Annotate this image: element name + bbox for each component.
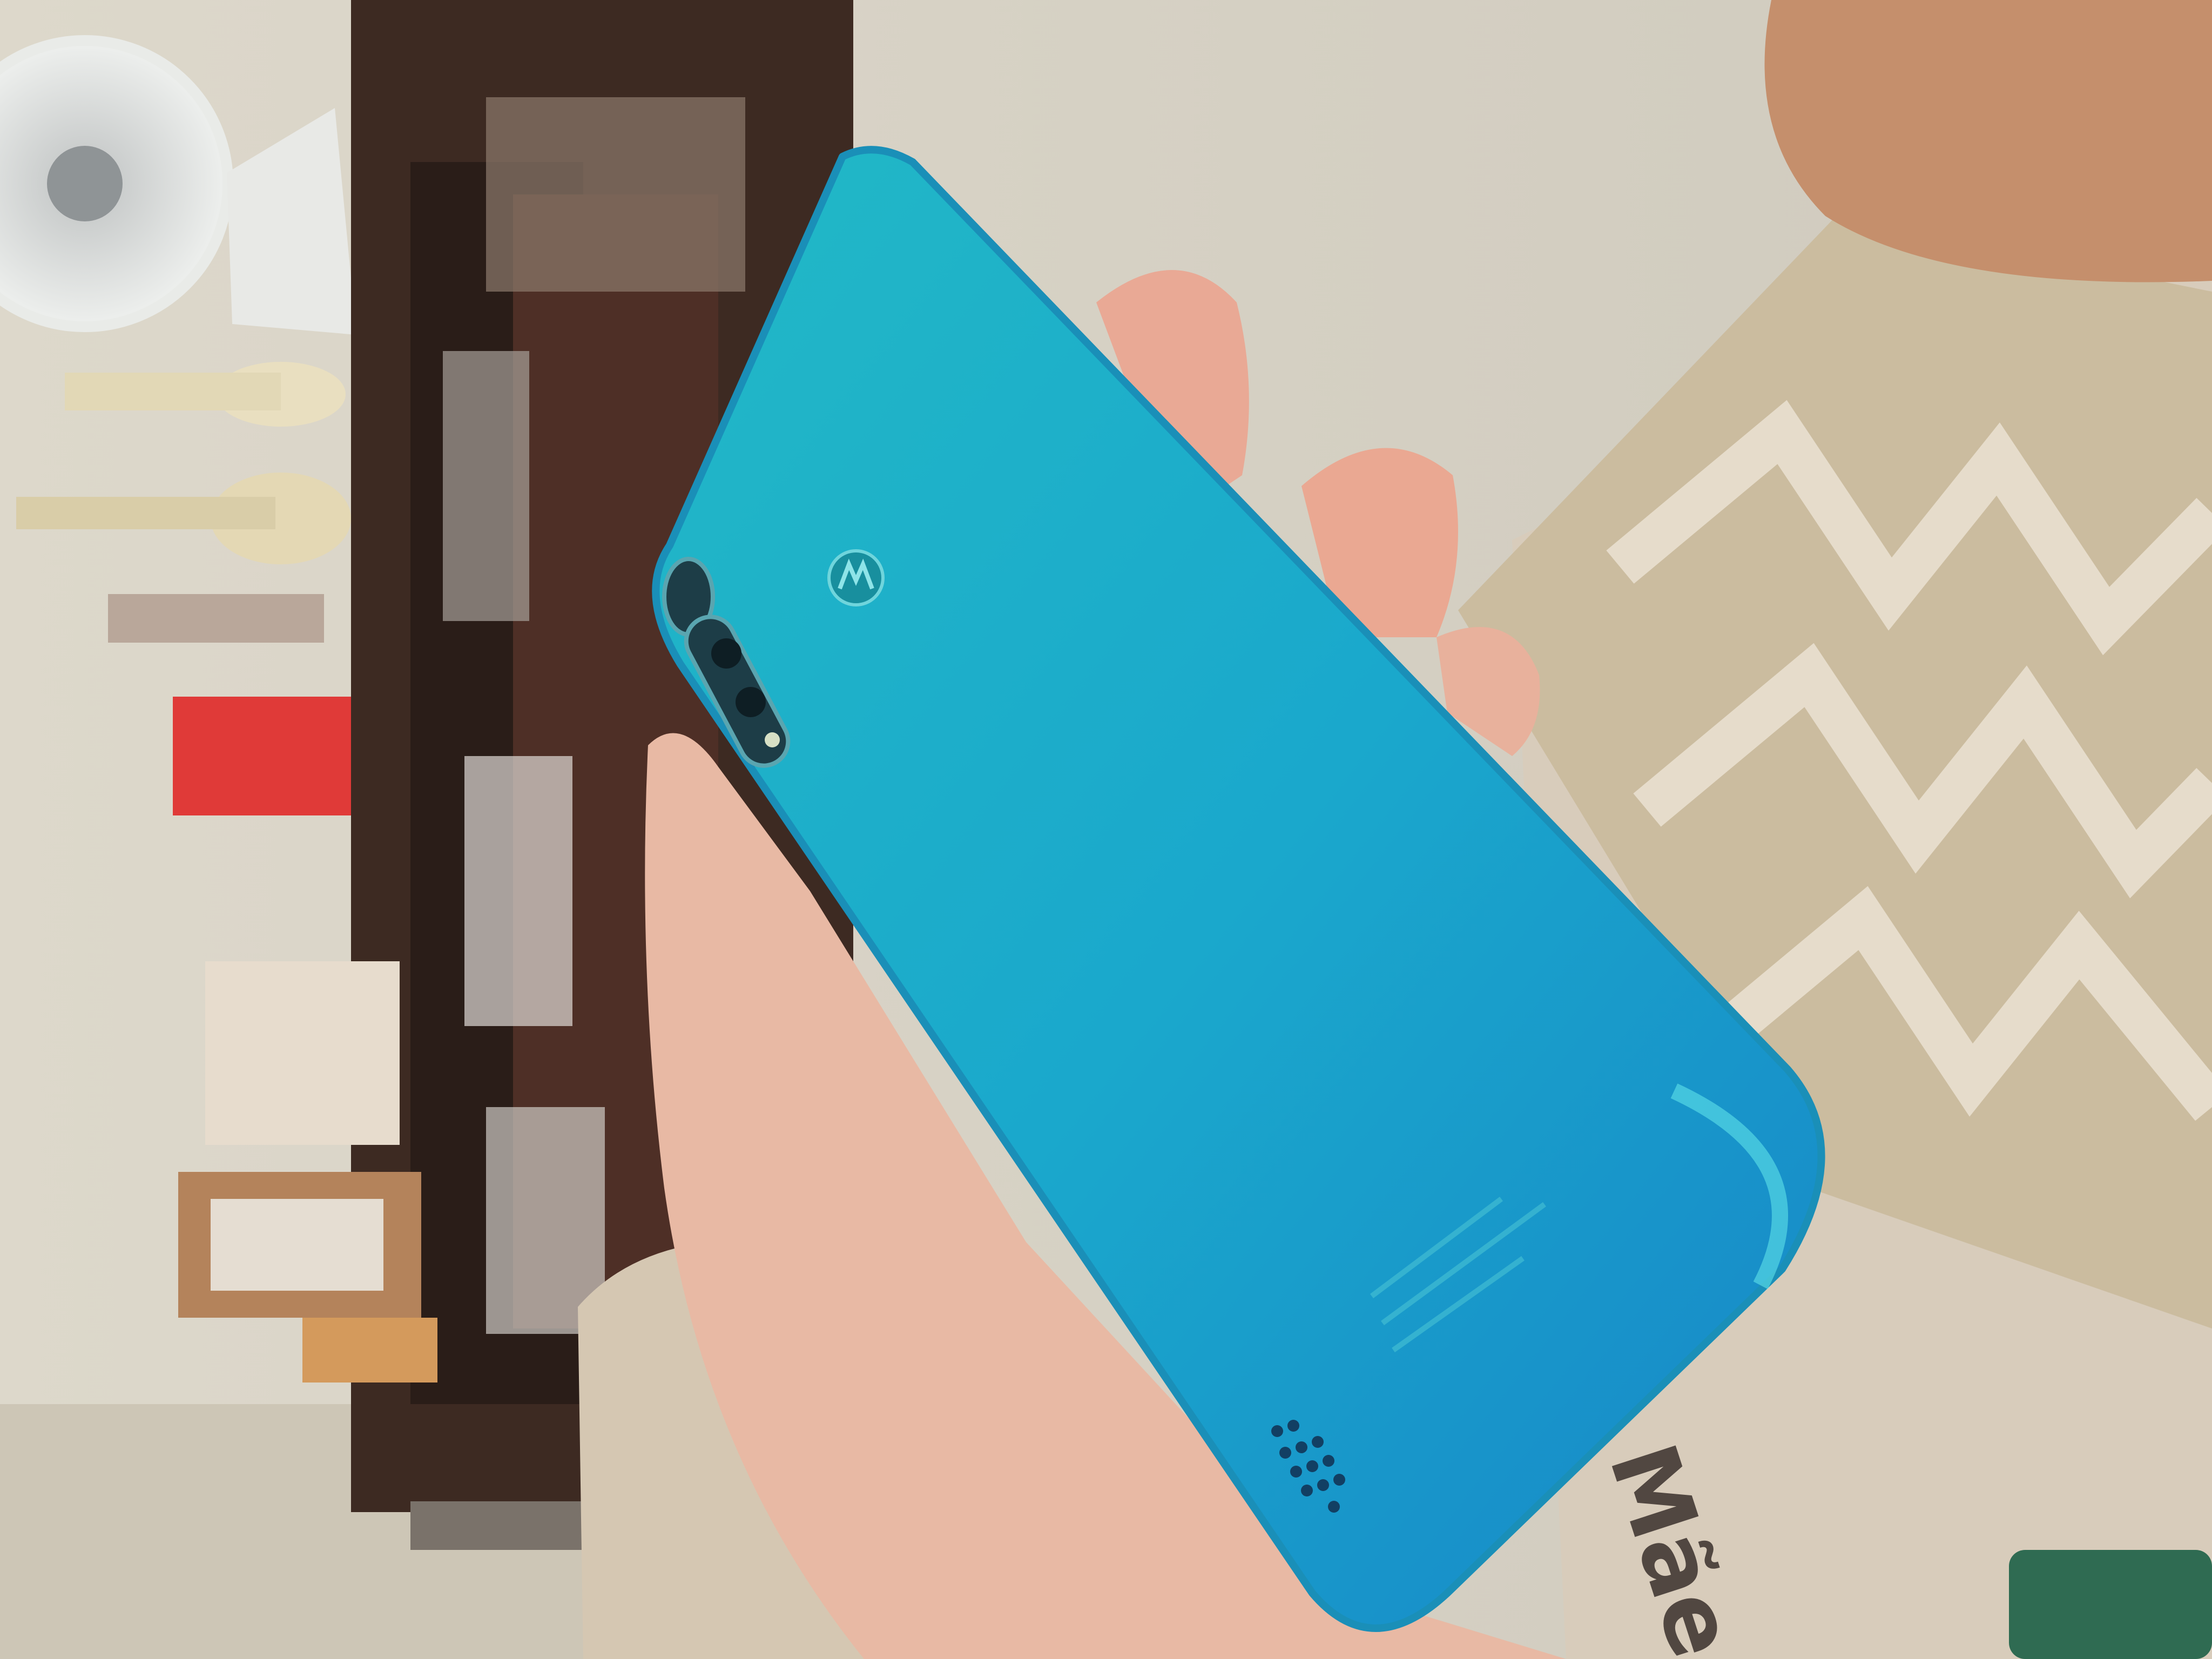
camera-lens-icon xyxy=(736,687,766,717)
camera-lens-icon xyxy=(711,638,741,669)
photo-scene: Mãe xyxy=(0,0,2212,1659)
flash-icon xyxy=(765,732,780,747)
green-object xyxy=(2009,1550,2212,1659)
photo-canvas: Mãe xyxy=(0,0,2212,1659)
red-frame xyxy=(173,697,351,815)
picture-frame xyxy=(205,961,400,1145)
